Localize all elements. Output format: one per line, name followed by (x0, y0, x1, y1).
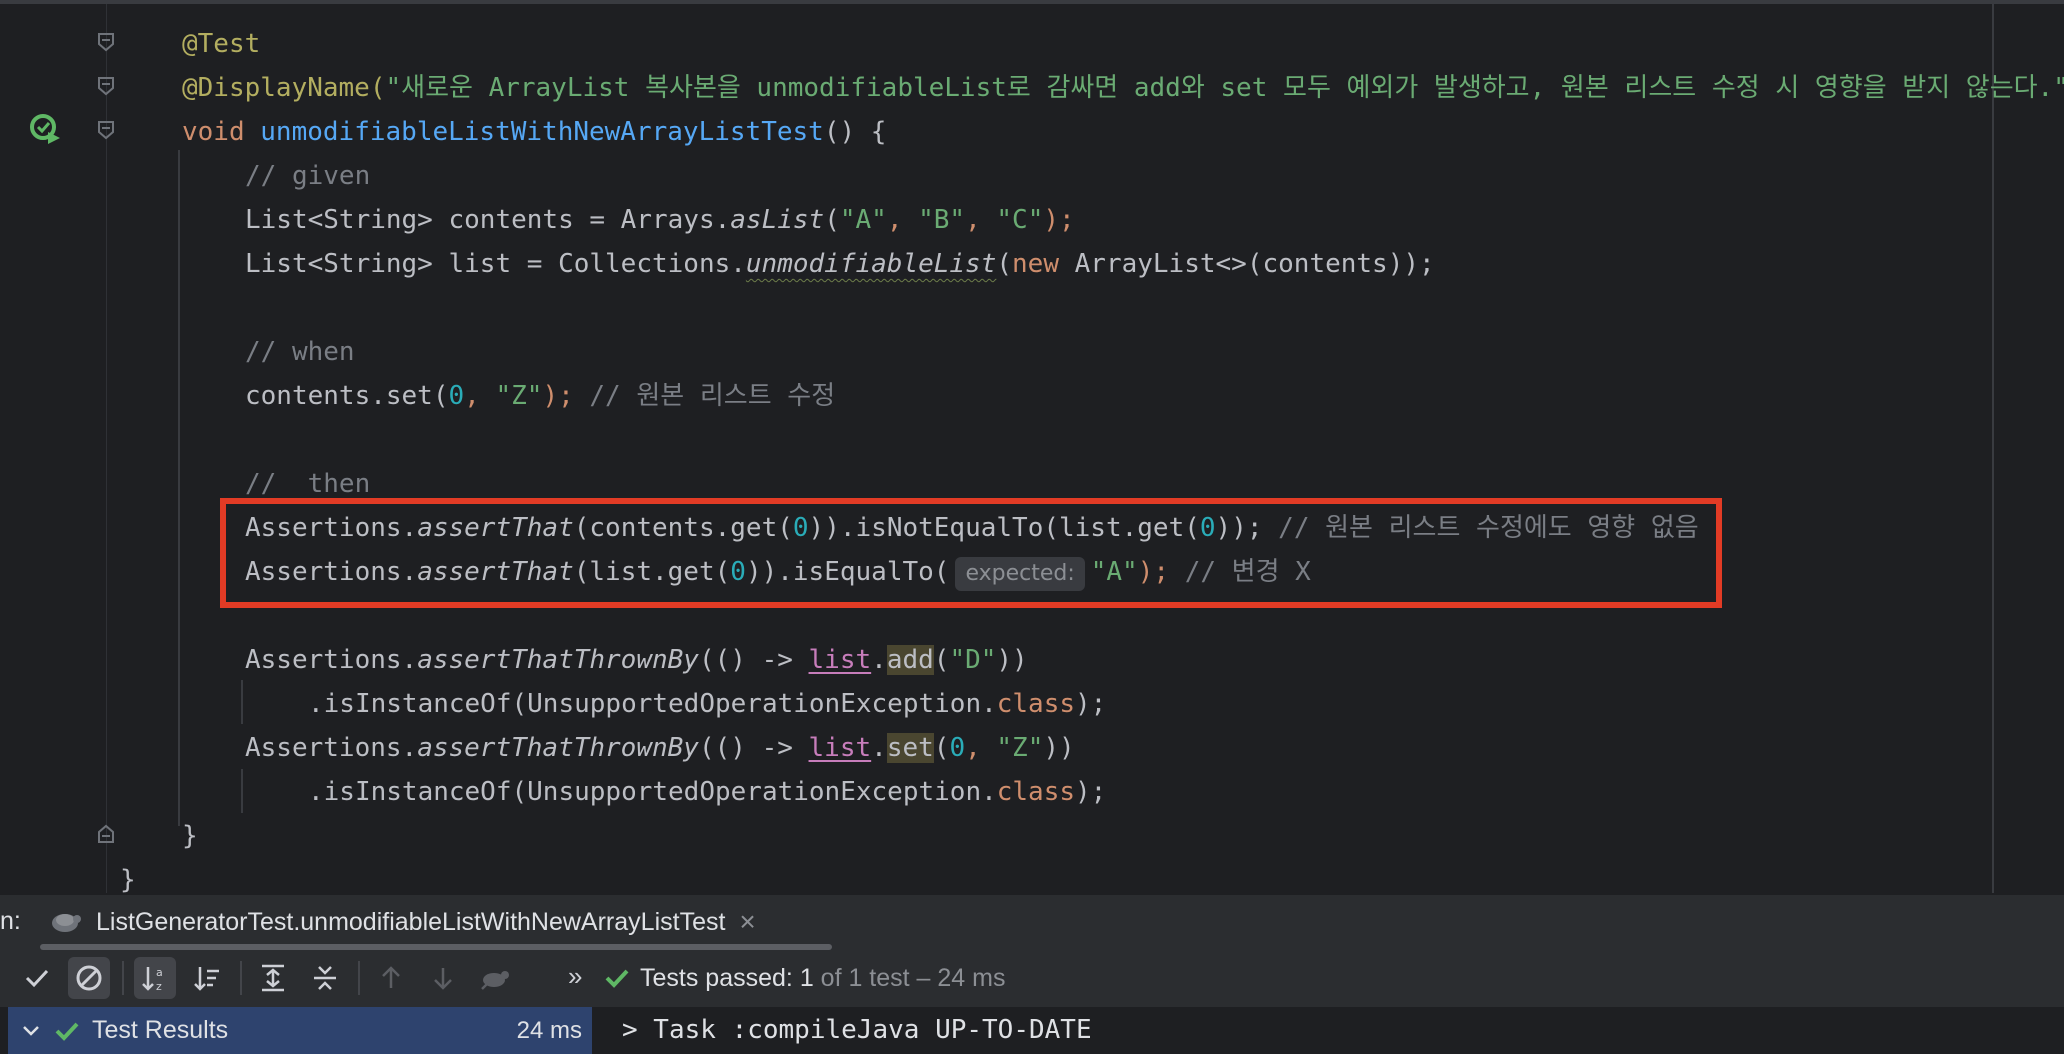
code-line-1: @Test (182, 29, 261, 59)
indent-guide (178, 150, 180, 826)
stop-icon (76, 965, 102, 991)
code-line-4: // given (245, 161, 371, 191)
code-line-16: .isInstanceOf(UnsupportedOperationExcept… (308, 689, 1107, 719)
toolbar-separator (240, 961, 242, 995)
code-line-17: Assertions.assertThatThrownBy(() -> list… (245, 733, 1075, 763)
tests-status: Tests passed: 1 of 1 test – 24 ms (604, 951, 1005, 1005)
code-line-2: @DisplayName("새로운 ArrayList 복사본을 unmodif… (182, 73, 2064, 103)
code-line-5: List<String> contents = Arrays.asList("A… (245, 205, 1075, 235)
check-icon (605, 969, 629, 988)
more-actions-button[interactable]: » (568, 961, 582, 992)
show-passed-button[interactable] (16, 957, 58, 999)
run-panel-header: n: ListGeneratorTest.unmodifiableListWit… (0, 893, 2064, 951)
code-line-3: void unmodifiableListWithNewArrayListTes… (182, 117, 887, 147)
check-icon (25, 969, 49, 988)
tree-item-duration: 24 ms (516, 1016, 582, 1044)
rerun-failed-icon (481, 971, 509, 990)
toolbar-separator (122, 961, 124, 995)
toolbar-separator (358, 961, 360, 995)
rerun-failed-button[interactable] (474, 957, 516, 999)
indent-guide (241, 769, 243, 813)
sort-duration-icon (194, 967, 219, 991)
results-area: Test Results 24 ms > Task :compileJava U… (0, 1007, 2064, 1054)
fold-icon[interactable] (97, 76, 115, 96)
close-icon[interactable]: × (739, 906, 755, 938)
code-line-20: } (120, 865, 136, 893)
test-runner-toolbar: az » Tests passed: 1 of 1 test – 24 ms (0, 951, 2064, 1005)
run-tab-title: ListGeneratorTest.unmodifiableListWithNe… (96, 907, 726, 936)
indent-guide (241, 680, 243, 724)
code-line-19: } (182, 821, 198, 851)
svg-text:z: z (156, 980, 162, 993)
run-label: n: (0, 907, 21, 935)
code-line-18: .isInstanceOf(UnsupportedOperationExcept… (308, 777, 1107, 807)
svg-text:a: a (156, 966, 163, 979)
code-line-9: contents.set(0, "Z"); // 원본 리스트 수정 (245, 381, 836, 411)
highlight-annotation-box (220, 498, 1722, 608)
chevron-down-icon[interactable] (20, 1020, 42, 1042)
previous-failed-button[interactable] (370, 957, 412, 999)
test-results-tree-item[interactable]: Test Results 24 ms (8, 1007, 592, 1054)
run-tab[interactable]: ListGeneratorTest.unmodifiableListWithNe… (48, 895, 756, 949)
right-margin-guide (1992, 4, 1994, 893)
sort-alpha-icon: az (142, 966, 163, 993)
fold-icon[interactable] (97, 120, 115, 140)
fold-icon[interactable] (97, 32, 115, 52)
arrow-up-icon (382, 966, 400, 988)
code-line-8: // when (245, 337, 355, 367)
fold-icon[interactable] (97, 824, 115, 844)
run-test-icon[interactable] (28, 112, 62, 146)
arrow-down-icon (434, 968, 452, 990)
run-tab-scrollbar[interactable] (40, 944, 832, 950)
collapse-all-button[interactable] (304, 957, 346, 999)
sort-by-duration-button[interactable] (186, 957, 228, 999)
expand-all-icon (262, 964, 284, 992)
console-output[interactable]: > Task :compileJava UP-TO-DATE (598, 1007, 1092, 1054)
check-icon (55, 1022, 79, 1041)
tree-item-label: Test Results (92, 1016, 229, 1044)
code-line-15: Assertions.assertThatThrownBy(() -> list… (245, 645, 1028, 675)
code-editor[interactable]: @Test @DisplayName("새로운 ArrayList 복사본을 u… (0, 0, 2064, 893)
test-tab-icon (52, 914, 81, 932)
expand-all-button[interactable] (252, 957, 294, 999)
collapse-all-icon (314, 966, 336, 990)
next-failed-button[interactable] (422, 957, 464, 999)
show-ignored-button[interactable] (68, 957, 110, 999)
code-line-6: List<String> list = Collections.unmodifi… (245, 249, 1435, 279)
sort-alphabetically-button[interactable]: az (134, 957, 176, 999)
